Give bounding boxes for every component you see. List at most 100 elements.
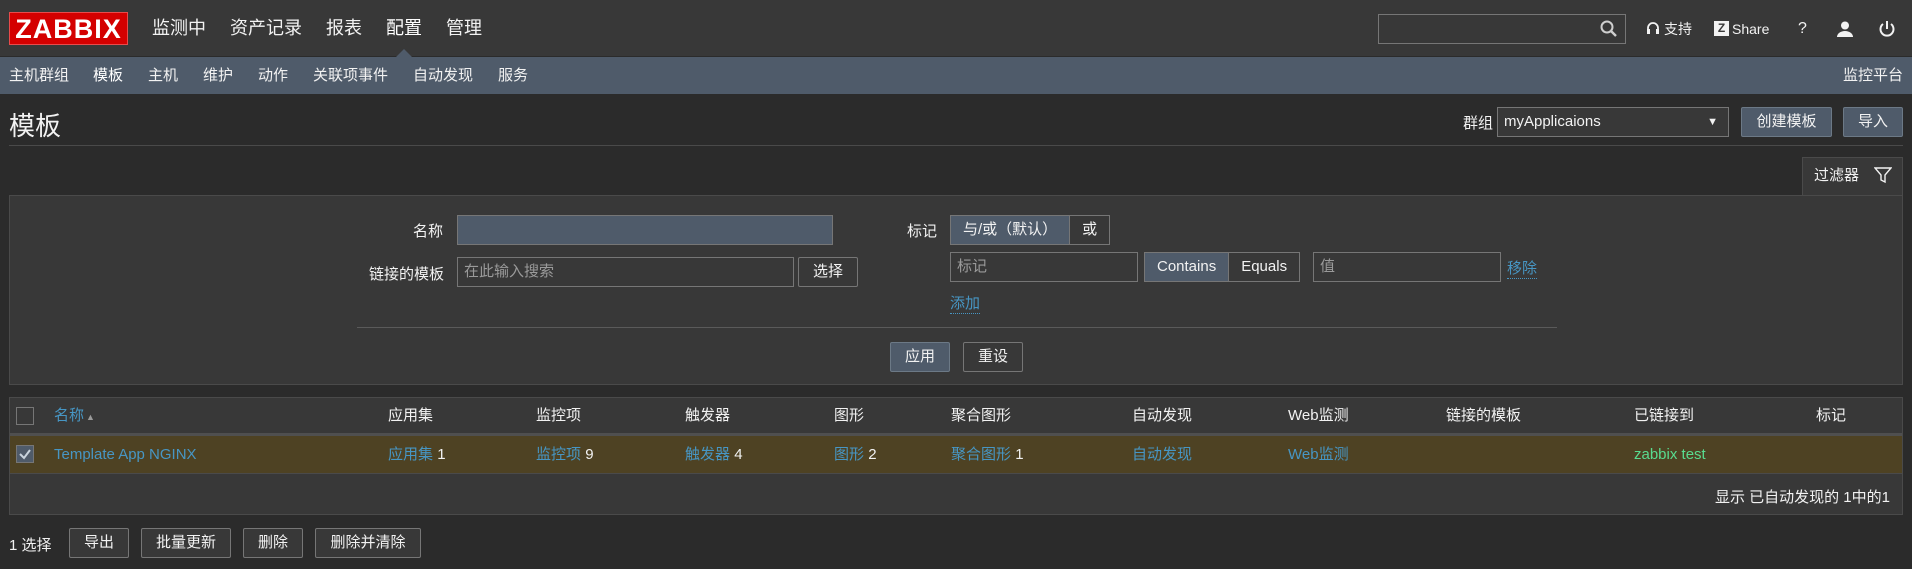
support-label: 支持 xyxy=(1664,20,1692,37)
web-link[interactable]: Web监测 xyxy=(1288,436,1349,474)
linked-to-link[interactable]: zabbix test xyxy=(1634,436,1706,474)
dropdown-arrow-icon: ▼ xyxy=(1707,116,1718,128)
screens-count: 1 xyxy=(1015,446,1024,463)
tag-mode-and-or[interactable]: 与/或（默认） xyxy=(950,215,1071,245)
global-search-input[interactable] xyxy=(1378,14,1626,44)
column-graphs: 图形 xyxy=(834,407,865,424)
delete-and-clear-button[interactable]: 删除并清除 xyxy=(315,528,421,558)
column-linked-to: 已链接到 xyxy=(1634,407,1695,424)
checkmark-icon xyxy=(19,449,31,460)
title-divider xyxy=(9,145,1903,146)
tag-op-equals[interactable]: Equals xyxy=(1229,252,1301,282)
table-row[interactable]: Template App NGINX 应用集 1 监控项 9 触发器 4 图形 … xyxy=(10,436,1902,474)
submenu-maintenance[interactable]: 维护 xyxy=(203,57,233,94)
zabbix-logo[interactable]: ZABBIX xyxy=(9,12,128,45)
platform-label: 监控平台 xyxy=(1842,67,1903,84)
graphs-count: 2 xyxy=(868,446,877,463)
share-z-icon: Z xyxy=(1714,21,1729,36)
column-linked-templates: 链接的模板 xyxy=(1446,407,1522,424)
page-title: 模板 xyxy=(9,111,62,141)
submenu-host-groups[interactable]: 主机群组 xyxy=(9,57,69,94)
submenu-hosts[interactable]: 主机 xyxy=(148,57,178,94)
filter-icon xyxy=(1874,167,1892,184)
screens-cell: 聚合图形 1 xyxy=(951,436,1024,474)
linked-templates-input[interactable]: 在此输入搜索 xyxy=(457,257,794,287)
import-button[interactable]: 导入 xyxy=(1843,107,1903,137)
sub-menu: 主机群组 模板 主机 维护 动作 关联项事件 自动发现 服务 监控平台 xyxy=(0,57,1912,94)
bulk-actions-bar: 1 选择 导出 批量更新 删除 删除并清除 xyxy=(0,528,1912,558)
main-menu: 监测中 资产记录 报表 配置 管理 xyxy=(140,0,494,57)
menu-configuration[interactable]: 配置 xyxy=(374,0,434,57)
applications-cell: 应用集 1 xyxy=(388,436,446,474)
filter-name-input[interactable] xyxy=(457,215,833,245)
user-profile-icon[interactable] xyxy=(1836,20,1854,38)
tag-op-contains[interactable]: Contains xyxy=(1144,252,1230,282)
submenu-event-correlation[interactable]: 关联项事件 xyxy=(313,57,388,94)
column-items: 监控项 xyxy=(536,407,582,424)
submenu-actions[interactable]: 动作 xyxy=(258,57,288,94)
delete-button[interactable]: 删除 xyxy=(243,528,303,558)
select-templates-button[interactable]: 选择 xyxy=(798,257,858,287)
sign-out-icon[interactable] xyxy=(1878,20,1896,38)
tag-value-input[interactable]: 值 xyxy=(1313,252,1501,282)
column-applications: 应用集 xyxy=(388,407,434,424)
triggers-link[interactable]: 触发器 xyxy=(685,446,730,463)
headset-icon xyxy=(1647,21,1659,34)
menu-monitoring[interactable]: 监测中 xyxy=(140,0,218,57)
reset-filter-button[interactable]: 重设 xyxy=(963,342,1023,372)
column-discovery: 自动发现 xyxy=(1132,407,1193,424)
tag-mode-or[interactable]: 或 xyxy=(1070,215,1111,245)
template-name-link[interactable]: Template App NGINX xyxy=(54,436,197,474)
triggers-count: 4 xyxy=(734,446,743,463)
create-template-button[interactable]: 创建模板 xyxy=(1741,107,1832,137)
filter-tags-label: 标记 xyxy=(907,223,938,240)
graphs-link[interactable]: 图形 xyxy=(834,446,864,463)
tag-operator-toggle: Contains Equals xyxy=(1144,252,1301,282)
tag-name-placeholder: 标记 xyxy=(957,258,988,275)
group-select-value: myApplicaions xyxy=(1504,113,1601,130)
menu-inventory[interactable]: 资产记录 xyxy=(218,0,314,57)
filter-tab-label: 过滤器 xyxy=(1814,167,1860,184)
table-footer-info: 显示 已自动发现的 1中的1 xyxy=(1714,489,1890,506)
filter-panel: 名称 链接的模板 在此输入搜索 选择 标记 与/或（默认） 或 标记 Conta… xyxy=(9,195,1903,385)
menu-administration[interactable]: 管理 xyxy=(434,0,494,57)
tag-add-link[interactable]: 添加 xyxy=(950,292,981,314)
top-bar: ZABBIX 监测中 资产记录 报表 配置 管理 支持 Z Share ? xyxy=(0,0,1912,57)
help-icon[interactable]: ? xyxy=(1798,20,1807,38)
tag-remove-link[interactable]: 移除 xyxy=(1507,257,1538,279)
items-cell: 监控项 9 xyxy=(536,436,594,474)
mass-update-button[interactable]: 批量更新 xyxy=(141,528,231,558)
submenu-services[interactable]: 服务 xyxy=(498,57,528,94)
templates-table: 名称 ▲ 应用集 监控项 触发器 图形 聚合图形 自动发现 Web监测 链接的模板… xyxy=(9,397,1903,515)
column-web: Web监测 xyxy=(1288,407,1349,424)
column-name[interactable]: 名称 ▲ xyxy=(54,398,95,434)
share-link[interactable]: Z Share xyxy=(1714,21,1769,37)
discovery-link[interactable]: 自动发现 xyxy=(1132,436,1192,474)
group-select[interactable]: myApplicaions ▼ xyxy=(1497,107,1729,137)
filter-name-label: 名称 xyxy=(413,223,444,240)
items-link[interactable]: 监控项 xyxy=(536,446,581,463)
screens-link[interactable]: 聚合图形 xyxy=(951,446,1011,463)
filter-divider xyxy=(357,327,1557,328)
group-label: 群组 xyxy=(1463,115,1494,132)
tag-value-placeholder: 值 xyxy=(1320,258,1336,275)
sort-asc-icon: ▲ xyxy=(86,412,95,422)
applications-count: 1 xyxy=(437,446,446,463)
filter-linked-label: 链接的模板 xyxy=(369,266,445,283)
row-checkbox[interactable] xyxy=(16,445,34,463)
column-tags: 标记 xyxy=(1816,407,1847,424)
column-name-label: 名称 xyxy=(54,407,85,424)
column-triggers: 触发器 xyxy=(685,407,731,424)
menu-reports[interactable]: 报表 xyxy=(314,0,374,57)
export-button[interactable]: 导出 xyxy=(69,528,129,558)
submenu-discovery[interactable]: 自动发现 xyxy=(413,57,473,94)
search-icon[interactable] xyxy=(1599,19,1619,39)
tag-name-input[interactable]: 标记 xyxy=(950,252,1138,282)
filter-tab[interactable]: 过滤器 xyxy=(1802,157,1903,195)
submenu-templates[interactable]: 模板 xyxy=(93,57,123,94)
apply-filter-button[interactable]: 应用 xyxy=(890,342,950,372)
linked-templates-placeholder: 在此输入搜索 xyxy=(464,263,555,280)
applications-link[interactable]: 应用集 xyxy=(388,446,433,463)
support-link[interactable]: 支持 xyxy=(1645,19,1692,39)
select-all-checkbox[interactable] xyxy=(16,407,34,425)
